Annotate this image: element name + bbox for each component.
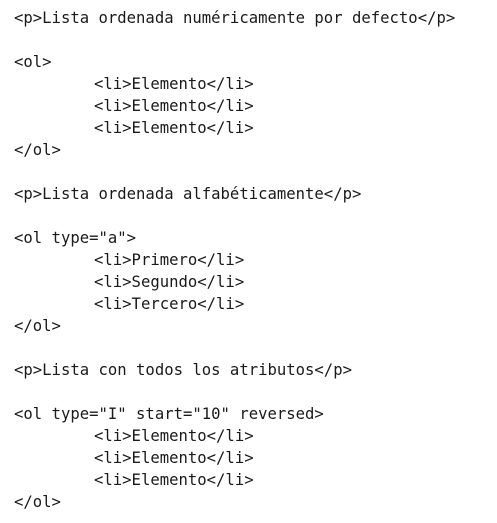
code-line: <p>Lista ordenada alfabéticamente</p> <box>14 185 362 203</box>
code-line: <p>Lista con todos los atributos</p> <box>14 361 352 379</box>
code-line: <li>Elemento</li> <box>94 97 254 115</box>
code-line: <li>Tercero</li> <box>94 295 245 313</box>
code-line: </ol> <box>14 493 61 511</box>
code-line: </ol> <box>14 317 61 335</box>
code-line: <li>Elemento</li> <box>94 427 254 445</box>
code-line: <li>Elemento</li> <box>94 471 254 489</box>
code-listing: <p>Lista ordenada numéricamente por defe… <box>14 7 494 513</box>
code-line: <li>Elemento</li> <box>94 449 254 467</box>
code-line: <li>Segundo</li> <box>94 273 245 291</box>
code-line: <li>Elemento</li> <box>94 75 254 93</box>
code-line: <p>Lista ordenada numéricamente por defe… <box>14 9 456 27</box>
code-line: <ol> <box>14 53 52 71</box>
code-line: <ol type="a"> <box>14 229 137 247</box>
code-line: <li>Primero</li> <box>94 251 245 269</box>
code-line: <ol type="I" start="10" reversed> <box>14 405 324 423</box>
code-line: </ol> <box>14 141 61 159</box>
code-line: <li>Elemento</li> <box>94 119 254 137</box>
